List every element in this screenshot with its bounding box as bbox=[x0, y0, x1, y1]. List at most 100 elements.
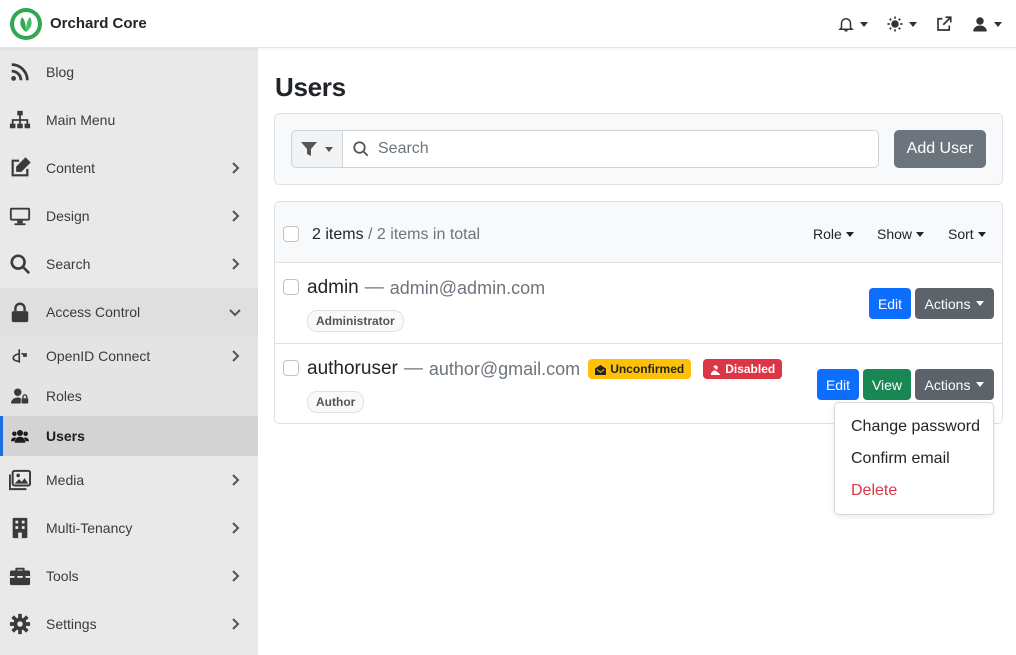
view-button[interactable]: View bbox=[863, 369, 911, 400]
chevron-right-icon bbox=[232, 210, 240, 222]
filter-icon bbox=[301, 142, 317, 156]
brand[interactable]: Orchard Core bbox=[10, 7, 147, 40]
sidebar-item-label: Media bbox=[46, 472, 85, 488]
main-content: Users Add User 2 items / 2 items in tota… bbox=[258, 48, 1016, 655]
unconfirmed-label: Unconfirmed bbox=[610, 362, 685, 376]
user-menu-button[interactable] bbox=[971, 15, 1002, 33]
sidebar-item-settings[interactable]: Settings bbox=[0, 600, 258, 648]
separator: — bbox=[403, 358, 423, 379]
filter-card: Add User bbox=[274, 113, 1003, 185]
search-box bbox=[343, 130, 879, 168]
theme-toggle-button[interactable] bbox=[886, 15, 917, 33]
chevron-right-icon bbox=[232, 162, 240, 174]
user-name[interactable]: admin bbox=[307, 277, 359, 299]
filter-dropdown-button[interactable] bbox=[291, 130, 343, 168]
sidebar-item-label: Settings bbox=[46, 616, 97, 632]
orchard-logo-icon bbox=[10, 7, 42, 40]
edit-icon bbox=[11, 157, 31, 177]
actions-label: Actions bbox=[924, 295, 971, 312]
brand-name: Orchard Core bbox=[50, 15, 147, 32]
sidebar-item-content[interactable]: Content bbox=[0, 144, 258, 192]
lock-icon bbox=[11, 302, 29, 323]
chevron-down-icon bbox=[229, 309, 241, 317]
search-icon bbox=[10, 254, 31, 275]
user-slash-icon bbox=[710, 363, 722, 375]
search-icon bbox=[353, 141, 369, 157]
select-all-checkbox[interactable] bbox=[283, 226, 299, 242]
search-group bbox=[291, 130, 879, 168]
disabled-label: Disabled bbox=[725, 362, 776, 376]
chevron-right-icon bbox=[232, 350, 240, 362]
sidebar-item-access-control[interactable]: Access Control bbox=[0, 288, 258, 336]
sidebar-item-label: Access Control bbox=[46, 304, 141, 320]
chevron-down-icon bbox=[976, 382, 985, 387]
confirm-email-menu-item[interactable]: Confirm email bbox=[835, 443, 993, 475]
sidebar-item-roles[interactable]: Roles bbox=[0, 376, 258, 416]
role-filter-dropdown[interactable]: Role bbox=[813, 226, 854, 242]
user-lock-icon bbox=[11, 388, 29, 404]
sidebar-item-label: Main Menu bbox=[46, 112, 116, 128]
external-link-icon bbox=[937, 16, 952, 31]
theme-icon bbox=[887, 16, 903, 32]
sidebar-item-search[interactable]: Search bbox=[0, 240, 258, 288]
user-email: admin@admin.com bbox=[389, 277, 546, 298]
chevron-right-icon bbox=[232, 618, 240, 630]
chevron-down-icon bbox=[325, 146, 333, 152]
sidebar-item-media[interactable]: Media bbox=[0, 456, 258, 504]
user-name[interactable]: authoruser bbox=[307, 358, 398, 380]
search-input[interactable] bbox=[378, 140, 878, 158]
visit-site-button[interactable] bbox=[935, 15, 953, 33]
sidebar-item-main-menu[interactable]: Main Menu bbox=[0, 96, 258, 144]
actions-button[interactable]: Actions bbox=[915, 369, 994, 400]
sidebar-item-design[interactable]: Design bbox=[0, 192, 258, 240]
sidebar-item-openid-connect[interactable]: OpenID Connect bbox=[0, 336, 258, 376]
envelope-open-icon bbox=[595, 364, 607, 375]
change-password-menu-item[interactable]: Change password bbox=[835, 411, 993, 443]
user-email: author@gmail.com bbox=[428, 358, 581, 379]
rss-icon bbox=[11, 63, 29, 81]
list-header: 2 items / 2 items in total Role Show Sor… bbox=[275, 202, 1002, 263]
sidebar-item-multi-tenancy[interactable]: Multi-Tenancy bbox=[0, 504, 258, 552]
sidebar-item-label: Tools bbox=[46, 568, 79, 584]
disabled-badge: Disabled bbox=[703, 359, 783, 379]
chevron-down-icon bbox=[845, 231, 854, 237]
chevron-right-icon bbox=[232, 474, 240, 486]
role-badge: Author bbox=[307, 391, 365, 413]
show-filter-dropdown[interactable]: Show bbox=[877, 226, 925, 242]
bell-icon bbox=[838, 18, 854, 32]
sidebar-item-label: Content bbox=[46, 160, 96, 176]
chevron-down-icon bbox=[976, 301, 985, 306]
cog-icon bbox=[9, 613, 31, 635]
row-checkbox[interactable] bbox=[283, 279, 299, 295]
chevron-down-icon bbox=[977, 231, 986, 237]
actions-label: Actions bbox=[924, 376, 971, 393]
edit-button[interactable]: Edit bbox=[869, 288, 911, 319]
desktop-icon bbox=[9, 207, 31, 226]
sort-dropdown[interactable]: Sort bbox=[948, 226, 986, 242]
sidebar-item-label: OpenID Connect bbox=[46, 348, 151, 364]
sidebar-item-tools[interactable]: Tools bbox=[0, 552, 258, 600]
chevron-down-icon bbox=[860, 21, 868, 27]
top-navbar: Orchard Core bbox=[0, 0, 1016, 48]
separator: — bbox=[364, 277, 384, 298]
notifications-button[interactable] bbox=[837, 15, 868, 33]
sidebar-item-blog[interactable]: Blog bbox=[0, 48, 258, 96]
actions-button[interactable]: Actions bbox=[915, 288, 994, 319]
edit-button[interactable]: Edit bbox=[817, 369, 859, 400]
table-row: admin — admin@admin.com Administrator Ed… bbox=[275, 263, 1002, 344]
sidebar-item-label: Users bbox=[46, 428, 85, 444]
users-icon bbox=[11, 430, 29, 443]
openid-icon bbox=[12, 349, 27, 363]
sidebar-item-label: Roles bbox=[46, 388, 82, 404]
chevron-down-icon bbox=[916, 231, 925, 237]
row-checkbox[interactable] bbox=[283, 360, 299, 376]
items-count-main: 2 items bbox=[312, 226, 364, 243]
add-user-button[interactable]: Add User bbox=[894, 130, 986, 168]
toolbox-icon bbox=[9, 567, 31, 586]
sidebar-item-users[interactable]: Users bbox=[0, 416, 258, 456]
chevron-right-icon bbox=[232, 522, 240, 534]
user-icon bbox=[973, 17, 987, 32]
chevron-down-icon bbox=[909, 21, 917, 27]
sidebar-item-label: Search bbox=[46, 256, 91, 272]
delete-menu-item[interactable]: Delete bbox=[835, 475, 993, 507]
